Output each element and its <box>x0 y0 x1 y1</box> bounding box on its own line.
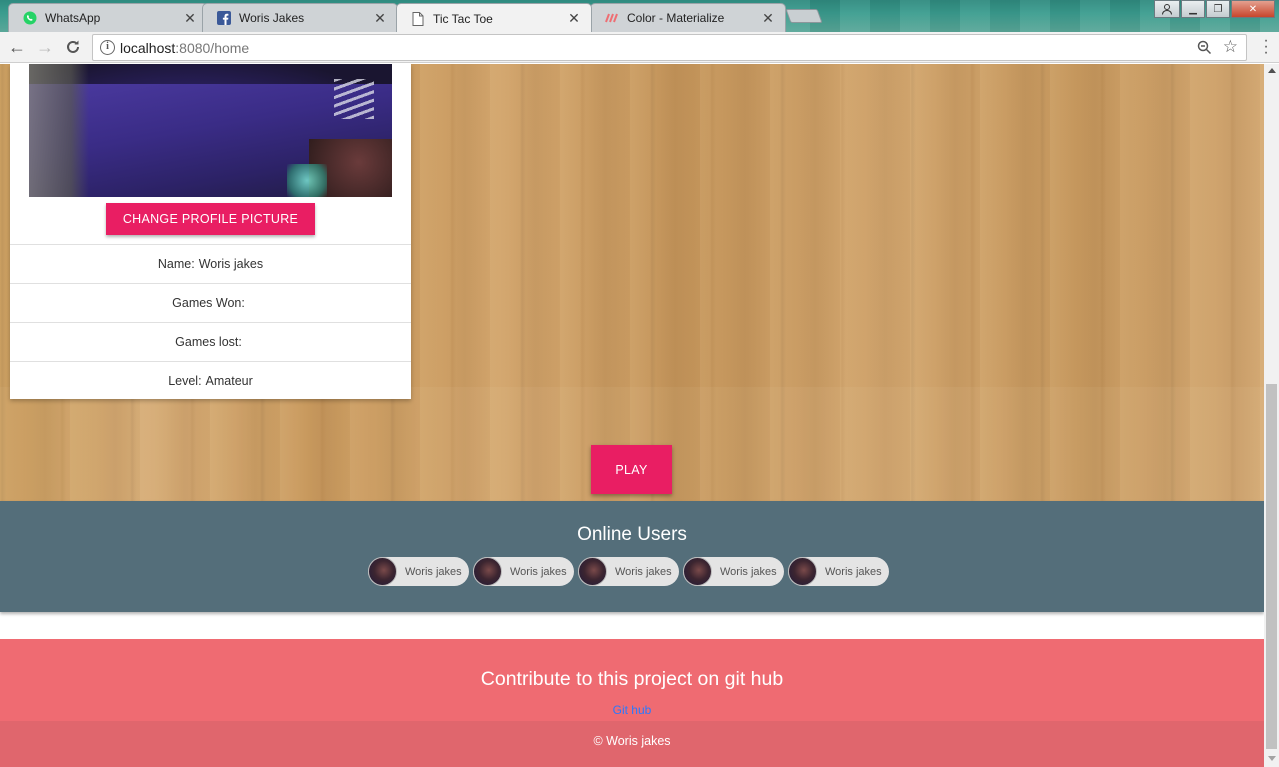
tab-facebook[interactable]: Woris Jakes ✕ <box>202 3 398 32</box>
whatsapp-icon <box>23 11 37 25</box>
forward-icon[interactable]: → <box>35 37 55 57</box>
avatar <box>683 557 712 586</box>
scroll-down-icon[interactable] <box>1268 756 1276 761</box>
scroll-up-icon[interactable] <box>1268 68 1276 73</box>
bookmark-star-icon[interactable]: ☆ <box>1223 37 1238 57</box>
row-label: Name: <box>157 257 195 271</box>
row-value: Woris jakes <box>198 257 264 271</box>
restore-icon[interactable]: ❐ <box>1206 0 1230 18</box>
reload-icon[interactable] <box>63 37 83 57</box>
copyright-text: © Woris jakes <box>593 734 671 748</box>
window-close-icon[interactable]: ✕ <box>1231 0 1275 18</box>
close-icon[interactable]: ✕ <box>183 10 197 27</box>
window-controls: ▁ ❐ ✕ <box>1153 0 1275 18</box>
browser-tab-strip: WhatsApp ✕ Woris Jakes ✕ Tic Tac Toe ✕ C… <box>0 0 1279 32</box>
back-icon[interactable]: ← <box>7 37 27 57</box>
user-chip[interactable]: Woris jakes <box>788 557 889 586</box>
page-icon <box>411 11 425 26</box>
page-footer: Contribute to this project on git hub Gi… <box>0 639 1264 767</box>
close-icon[interactable]: ✕ <box>567 10 581 27</box>
user-chip[interactable]: Woris jakes <box>683 557 784 586</box>
footer-title: Contribute to this project on git hub <box>480 668 784 690</box>
tab-tic-tac-toe[interactable]: Tic Tac Toe ✕ <box>396 3 592 32</box>
tab-title: Color - Materialize <box>627 11 725 25</box>
user-chip[interactable]: Woris jakes <box>473 557 574 586</box>
user-chip[interactable]: Woris jakes <box>368 557 469 586</box>
tab-title: Tic Tac Toe <box>433 11 493 26</box>
profile-icon[interactable] <box>1154 0 1180 18</box>
row-label: Games lost: <box>175 335 242 349</box>
profile-card: Change Profile Picture Name: Woris jakes… <box>10 64 411 399</box>
avatar <box>788 557 817 586</box>
profile-games-won-row: Games Won: <box>10 283 411 322</box>
avatar <box>578 557 607 586</box>
row-label: Games Won: <box>172 296 245 310</box>
github-link[interactable]: Git hub <box>0 703 1264 717</box>
row-label: Level: <box>168 374 202 388</box>
footer-copyright-bar: © Woris jakes <box>0 721 1264 767</box>
minimize-icon[interactable]: ▁ <box>1181 0 1205 18</box>
materialize-icon <box>605 11 619 25</box>
user-chip[interactable]: Woris jakes <box>578 557 679 586</box>
change-profile-picture-button[interactable]: Change Profile Picture <box>106 203 315 235</box>
close-icon[interactable]: ✕ <box>761 10 775 27</box>
tab-whatsapp[interactable]: WhatsApp ✕ <box>8 3 208 32</box>
scrollbar-thumb[interactable] <box>1266 384 1277 749</box>
url-text: localhost:8080/home <box>120 40 250 56</box>
tab-title: Woris Jakes <box>239 11 305 25</box>
user-name: Woris jakes <box>615 565 672 578</box>
menu-icon[interactable]: · · · <box>1263 33 1269 61</box>
row-value: Amateur <box>205 374 253 388</box>
browser-toolbar: ← → i localhost:8080/home ☆ · · · <box>0 32 1279 63</box>
facebook-icon <box>217 11 231 25</box>
user-name: Woris jakes <box>405 565 462 578</box>
play-button[interactable]: Play <box>591 445 672 494</box>
tab-title: WhatsApp <box>45 11 101 25</box>
profile-info-list: Name: Woris jakes Games Won: Games lost:… <box>10 244 411 400</box>
online-users-title: Online Users <box>577 524 687 545</box>
tab-materialize[interactable]: Color - Materialize ✕ <box>590 3 786 32</box>
user-name: Woris jakes <box>825 565 882 578</box>
address-bar[interactable]: i localhost:8080/home ☆ <box>92 34 1247 61</box>
online-users-list: Woris jakes Woris jakes Woris jakes Wori… <box>368 557 893 586</box>
profile-photo <box>29 64 392 197</box>
site-info-icon[interactable]: i <box>100 40 115 55</box>
user-name: Woris jakes <box>510 565 567 578</box>
zoom-icon[interactable] <box>1197 38 1212 58</box>
profile-name-row: Name: Woris jakes <box>10 244 411 283</box>
profile-level-row: Level: Amateur <box>10 361 411 400</box>
close-icon[interactable]: ✕ <box>373 10 387 27</box>
user-name: Woris jakes <box>720 565 777 578</box>
new-tab-button[interactable] <box>785 9 823 23</box>
vertical-scrollbar[interactable] <box>1264 64 1279 767</box>
avatar <box>473 557 502 586</box>
page-viewport: Change Profile Picture Name: Woris jakes… <box>0 64 1264 767</box>
online-users-section: Online Users Woris jakes Woris jakes Wor… <box>0 501 1264 612</box>
profile-games-lost-row: Games lost: <box>10 322 411 361</box>
avatar <box>368 557 397 586</box>
